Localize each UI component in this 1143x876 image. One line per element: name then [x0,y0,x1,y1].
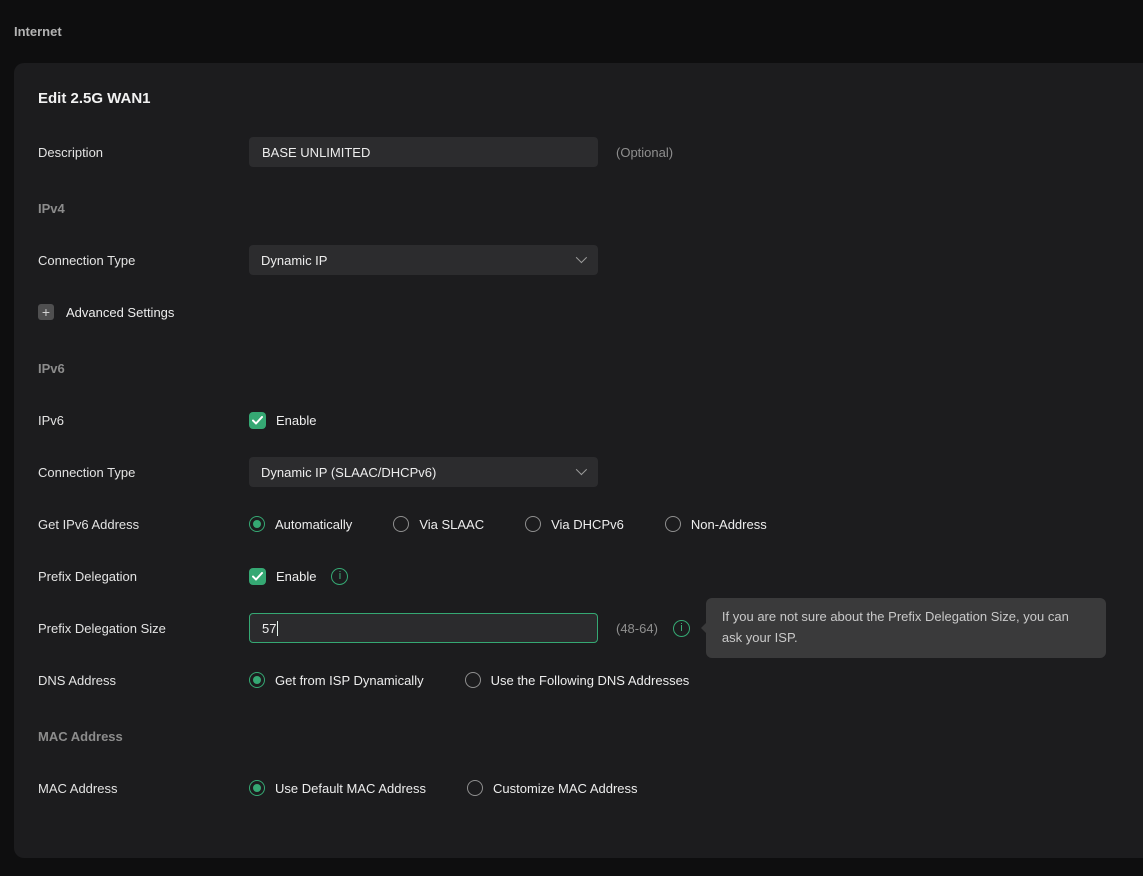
checkmark-icon [252,416,263,425]
ipv6-enable-checkbox[interactable] [249,412,266,429]
prefix-delegation-checkbox[interactable] [249,568,266,585]
dns-address-label: DNS Address [38,673,249,688]
section-ipv6: IPv6 [38,353,1119,383]
prefix-delegation-label: Prefix Delegation [38,569,249,584]
radio-get-from-isp-dynamically[interactable]: Get from ISP Dynamically [249,672,424,688]
edit-wan-panel: Edit 2.5G WAN1 Description (Optional) IP… [14,63,1143,858]
page-title: Internet [0,0,1143,63]
prefix-delegation-size-value: 57 [262,621,276,636]
chevron-down-icon [576,251,587,262]
radio-icon [249,672,265,688]
info-icon[interactable]: i [673,620,690,637]
radio-non-address[interactable]: Non-Address [665,516,767,532]
radio-icon [249,780,265,796]
ipv4-connection-type-select[interactable]: Dynamic IP [249,245,598,275]
advanced-settings-label[interactable]: Advanced Settings [66,305,174,320]
ipv4-connection-type-value: Dynamic IP [261,253,327,268]
ipv6-enable-label: IPv6 [38,413,249,428]
get-ipv6-address-label: Get IPv6 Address [38,517,249,532]
ipv6-enable-checkbox-label: Enable [276,413,316,428]
prefix-delegation-size-label: Prefix Delegation Size [38,621,249,636]
description-row: Description (Optional) [38,137,1119,167]
ipv6-connection-type-row: Connection Type Dynamic IP (SLAAC/DHCPv6… [38,457,1119,487]
ipv6-enable-row: IPv6 Enable [38,405,1119,435]
expand-plus-icon[interactable]: + [38,304,54,320]
advanced-settings-row: + Advanced Settings [38,297,1119,327]
description-input[interactable] [249,137,598,167]
section-ipv4: IPv4 [38,193,1119,223]
ipv6-connection-type-label: Connection Type [38,465,249,480]
dns-address-row: DNS Address Get from ISP Dynamically Use… [38,665,1119,695]
radio-icon [393,516,409,532]
radio-via-slaac[interactable]: Via SLAAC [393,516,484,532]
get-ipv6-address-row: Get IPv6 Address Automatically Via SLAAC… [38,509,1119,539]
radio-icon [525,516,541,532]
section-mac-address: MAC Address [38,721,1119,751]
radio-customize-mac-address[interactable]: Customize MAC Address [467,780,638,796]
radio-automatically[interactable]: Automatically [249,516,352,532]
prefix-delegation-checkbox-label: Enable [276,569,316,584]
radio-icon [465,672,481,688]
mac-address-label: MAC Address [38,781,249,796]
mac-address-row: MAC Address Use Default MAC Address Cust… [38,773,1119,803]
checkmark-icon [252,572,263,581]
prefix-delegation-size-row: Prefix Delegation Size 57 (48-64) i If y… [38,613,1119,643]
ipv4-connection-type-row: Connection Type Dynamic IP [38,245,1119,275]
radio-use-following-dns-addresses[interactable]: Use the Following DNS Addresses [465,672,690,688]
chevron-down-icon [576,463,587,474]
ipv4-connection-type-label: Connection Type [38,253,249,268]
info-icon[interactable]: i [331,568,348,585]
prefix-delegation-row: Prefix Delegation Enable i [38,561,1119,591]
radio-icon [467,780,483,796]
radio-icon [665,516,681,532]
ipv6-connection-type-value: Dynamic IP (SLAAC/DHCPv6) [261,465,436,480]
radio-icon [249,516,265,532]
radio-via-dhcpv6[interactable]: Via DHCPv6 [525,516,624,532]
prefix-delegation-size-range-hint: (48-64) [616,621,658,636]
tooltip: If you are not sure about the Prefix Del… [706,598,1106,658]
description-optional-hint: (Optional) [616,145,673,160]
panel-title: Edit 2.5G WAN1 [38,90,1119,107]
text-cursor [277,621,278,636]
ipv6-connection-type-select[interactable]: Dynamic IP (SLAAC/DHCPv6) [249,457,598,487]
description-label: Description [38,145,249,160]
radio-use-default-mac-address[interactable]: Use Default MAC Address [249,780,426,796]
prefix-delegation-size-input[interactable]: 57 [249,613,598,643]
